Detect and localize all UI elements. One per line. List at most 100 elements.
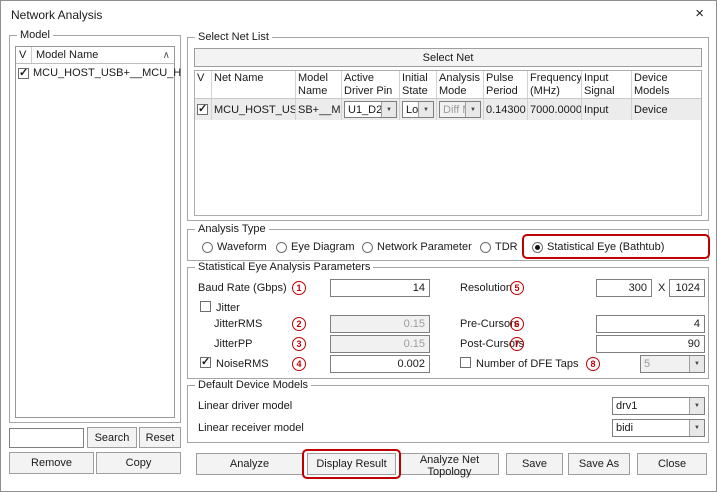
resolution-x-input[interactable] xyxy=(596,279,652,297)
pre-cursors-input[interactable] xyxy=(596,315,705,333)
model-name-column-header[interactable]: Model Name xyxy=(32,49,163,61)
model-panel: Model V Model Name ∧ MCU_HOST_USB+__MCU_… xyxy=(9,35,181,423)
col-header-active-driver-pin[interactable]: Active Driver Pin xyxy=(342,71,400,98)
chevron-down-icon[interactable]: ▼ xyxy=(689,398,704,414)
annotation-circle-2: 2 xyxy=(292,317,306,331)
dfe-taps-value: 5 xyxy=(641,358,689,370)
radio-eye-diagram[interactable]: Eye Diagram xyxy=(276,241,355,253)
model-name-cell: SB+__MC xyxy=(296,99,342,120)
noise-rms-checkbox[interactable] xyxy=(200,357,211,368)
select-net-list-panel: Select Net List Select Net V Net Name Mo… xyxy=(187,37,709,221)
linear-receiver-model-label: Linear receiver model xyxy=(198,422,304,434)
annotation-circle-4: 4 xyxy=(292,357,306,371)
resolution-y-input[interactable] xyxy=(669,279,705,297)
close-icon[interactable]: × xyxy=(695,6,704,22)
model-checkbox[interactable] xyxy=(18,68,29,79)
analysis-type-panel: Analysis Type Waveform Eye Diagram Netwo… xyxy=(187,229,709,261)
reset-button[interactable]: Reset xyxy=(139,427,181,448)
jitter-checkbox[interactable] xyxy=(200,301,211,312)
select-net-button[interactable]: Select Net xyxy=(194,48,702,67)
radio-statistical-eye[interactable]: Statistical Eye (Bathtub) xyxy=(532,241,664,253)
col-header-check[interactable]: V xyxy=(195,71,212,98)
radio-icon[interactable] xyxy=(480,242,491,253)
analysis-mode-value: Diff Mo xyxy=(440,104,465,116)
close-button[interactable]: Close xyxy=(637,453,707,475)
display-result-button[interactable]: Display Result xyxy=(307,453,396,475)
col-header-model-name[interactable]: Model Name xyxy=(296,71,342,98)
analysis-mode-select: Diff Mo ▼ xyxy=(439,101,481,118)
analyze-net-topology-button[interactable]: Analyze Net Topology xyxy=(400,453,499,475)
frequency-cell[interactable]: 7000.0000 xyxy=(528,99,582,120)
annotation-circle-6: 6 xyxy=(510,317,524,331)
col-header-device-models[interactable]: Device Models xyxy=(632,71,701,98)
model-search-input[interactable] xyxy=(9,428,84,448)
chevron-down-icon: ▼ xyxy=(465,102,480,117)
initial-state-value: Low xyxy=(403,104,418,116)
chevron-down-icon: ▼ xyxy=(689,356,704,372)
radio-selected-icon[interactable] xyxy=(532,242,543,253)
linear-driver-model-select[interactable]: drv1 ▼ xyxy=(612,397,705,415)
baud-rate-label: Baud Rate (Gbps) xyxy=(198,282,287,294)
radio-waveform[interactable]: Waveform xyxy=(202,241,267,253)
copy-button[interactable]: Copy xyxy=(96,452,181,474)
net-checkbox[interactable] xyxy=(197,104,208,115)
model-list-item[interactable]: MCU_HOST_USB+__MCU_H xyxy=(16,64,174,82)
search-button[interactable]: Search xyxy=(87,427,137,448)
default-device-models-panel: Default Device Models Linear driver mode… xyxy=(187,385,709,443)
radio-icon[interactable] xyxy=(202,242,213,253)
net-table-row[interactable]: MCU_HOST_USB SB+__MC U1_D2 ▼ Low ▼ xyxy=(195,99,701,120)
save-as-button[interactable]: Save As xyxy=(568,453,630,475)
radio-icon[interactable] xyxy=(276,242,287,253)
chevron-down-icon[interactable]: ▼ xyxy=(418,102,433,117)
annotation-circle-3: 3 xyxy=(292,337,306,351)
analyze-button[interactable]: Analyze xyxy=(196,453,303,475)
active-driver-pin-value: U1_D2 xyxy=(345,104,381,116)
chevron-down-icon[interactable]: ▼ xyxy=(381,102,396,117)
col-header-pulse-period[interactable]: Pulse Period xyxy=(484,71,528,98)
dfe-taps-select: 5 ▼ xyxy=(640,355,705,373)
dfe-taps-checkbox[interactable] xyxy=(460,357,471,368)
col-header-frequency[interactable]: Frequency (MHz) xyxy=(528,71,582,98)
initial-state-select[interactable]: Low ▼ xyxy=(402,101,434,118)
device-models-label: Default Device Models xyxy=(195,379,311,391)
jitter-rms-input xyxy=(330,315,430,333)
col-header-net-name[interactable]: Net Name xyxy=(212,71,296,98)
input-signal-cell[interactable]: Input xyxy=(582,99,632,120)
radio-network-parameter[interactable]: Network Parameter xyxy=(362,241,472,253)
noise-rms-input[interactable] xyxy=(330,355,430,373)
annotation-circle-8: 8 xyxy=(586,357,600,371)
radio-statistical-eye-label: Statistical Eye (Bathtub) xyxy=(547,241,664,253)
window-title: Network Analysis xyxy=(11,8,102,22)
radio-tdr[interactable]: TDR xyxy=(480,241,518,253)
radio-tdr-label: TDR xyxy=(495,241,518,253)
jitter-pp-input xyxy=(330,335,430,353)
radio-network-parameter-label: Network Parameter xyxy=(377,241,472,253)
analysis-type-label: Analysis Type xyxy=(195,223,269,235)
active-driver-pin-select[interactable]: U1_D2 ▼ xyxy=(344,101,397,118)
model-group-label: Model xyxy=(17,29,53,41)
linear-receiver-model-select[interactable]: bidi ▼ xyxy=(612,419,705,437)
linear-receiver-model-value: bidi xyxy=(613,422,689,434)
model-list: V Model Name ∧ MCU_HOST_USB+__MCU_H xyxy=(15,46,175,418)
chevron-down-icon[interactable]: ▼ xyxy=(689,420,704,436)
post-cursors-input[interactable] xyxy=(596,335,705,353)
col-header-input-signal[interactable]: Input Signal xyxy=(582,71,632,98)
jitter-rms-label: JitterRMS xyxy=(214,318,262,330)
radio-icon[interactable] xyxy=(362,242,373,253)
model-check-column-header[interactable]: V xyxy=(16,47,32,63)
stat-params-label: Statistical Eye Analysis Parameters xyxy=(195,261,373,273)
device-models-cell[interactable]: Device xyxy=(632,99,701,120)
net-table-empty-area xyxy=(195,120,701,215)
baud-rate-input[interactable] xyxy=(330,279,430,297)
net-table: V Net Name Model Name Active Driver Pin … xyxy=(194,70,702,216)
linear-driver-model-value: drv1 xyxy=(613,400,689,412)
remove-button[interactable]: Remove xyxy=(9,452,94,474)
model-list-header[interactable]: V Model Name ∧ xyxy=(16,47,174,64)
resolution-separator: X xyxy=(658,282,665,294)
col-header-initial-state[interactable]: Initial State xyxy=(400,71,437,98)
statistical-eye-parameters-panel: Statistical Eye Analysis Parameters Baud… xyxy=(187,267,709,379)
sort-ascending-icon[interactable]: ∧ xyxy=(163,50,174,61)
col-header-analysis-mode[interactable]: Analysis Mode xyxy=(437,71,484,98)
save-button[interactable]: Save xyxy=(506,453,563,475)
pulse-period-cell[interactable]: 0.14300 xyxy=(484,99,528,120)
